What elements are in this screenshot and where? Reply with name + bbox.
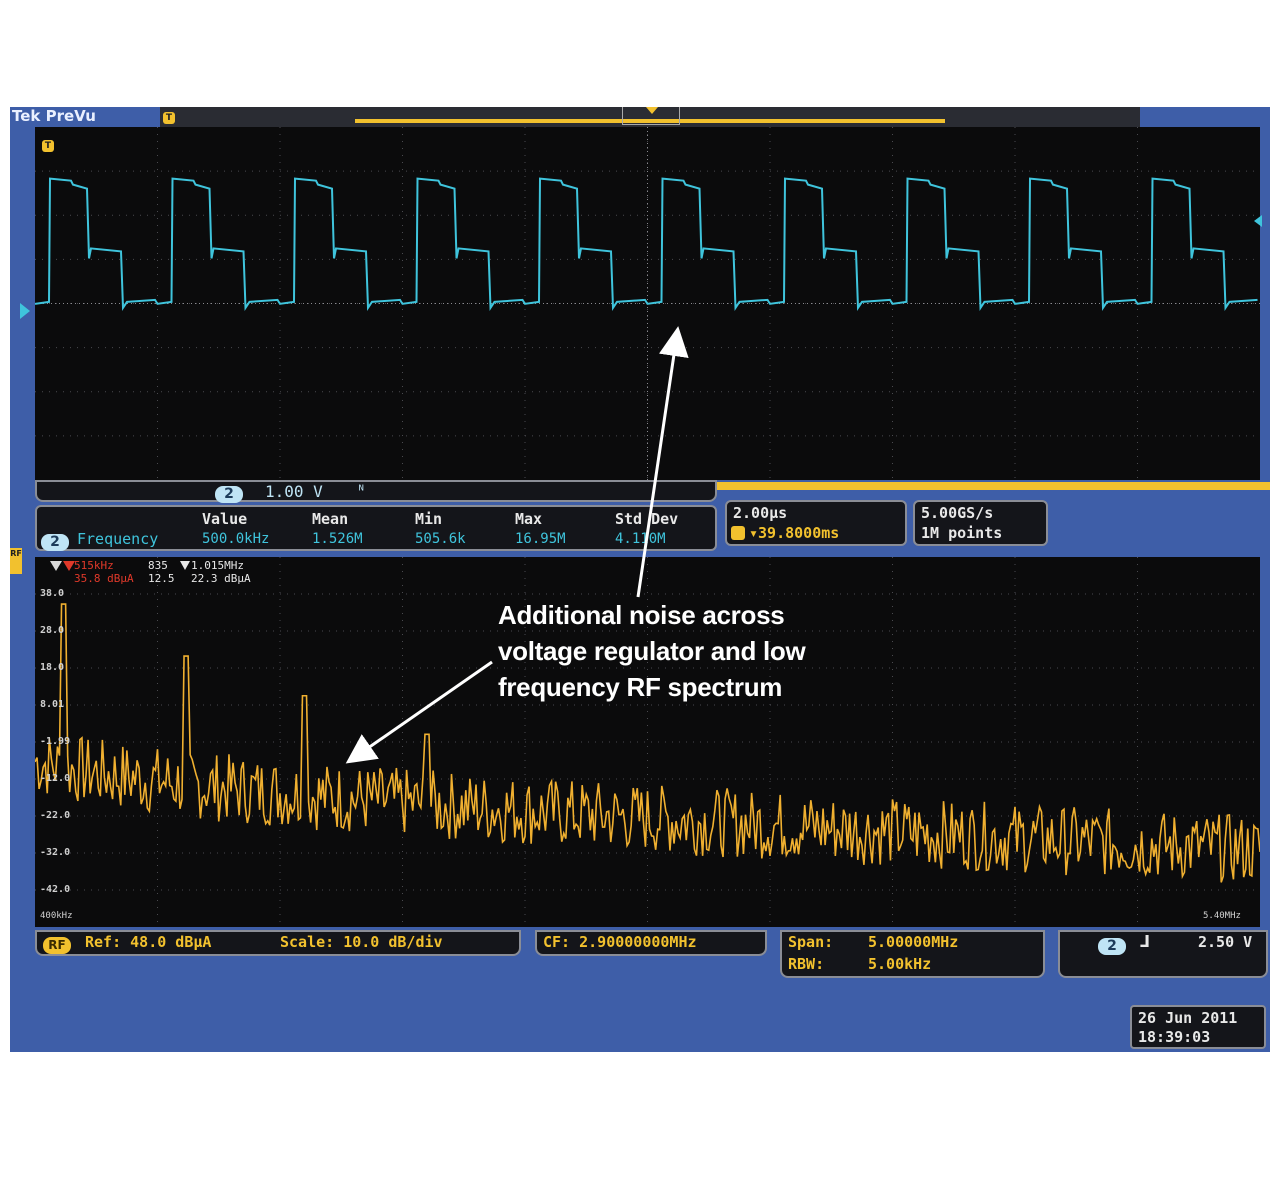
datetime-panel: 26 Jun 2011 18:39:03	[1130, 1005, 1266, 1049]
rf-badge: RF	[43, 937, 71, 954]
arrow-to-spectrum	[345, 660, 493, 764]
arrow-to-waveform	[636, 326, 689, 598]
center-frequency: CF: 2.90000000MHz	[543, 933, 697, 951]
rbw-value: 5.00kHz	[868, 955, 932, 973]
rbw-label: RBW:	[788, 955, 825, 973]
date: 26 Jun 2011	[1138, 1009, 1238, 1027]
rf-reference-panel[interactable]: RF Ref: 48.0 dBµA Scale: 10.0 dB/div	[35, 930, 521, 956]
rf-ref-level: Ref: 48.0 dBµA	[85, 933, 212, 951]
center-frequency-panel[interactable]: CF: 2.90000000MHz	[535, 930, 767, 956]
trigger-level: 2.50 V	[1198, 933, 1253, 951]
span-value: 5.00000MHz	[868, 933, 959, 951]
time: 18:39:03	[1138, 1028, 1211, 1046]
oscilloscope-screen: Tek PreVu T T 2 1.00 V ᴺ Value Mean Min …	[10, 107, 1270, 1052]
span-label: Span:	[788, 933, 834, 951]
rf-scale: Scale: 10.0 dB/div	[280, 933, 443, 951]
span-rbw-panel[interactable]: Span: 5.00000MHz RBW: 5.00kHz	[780, 930, 1045, 978]
rising-edge-icon: ᒧ	[1140, 932, 1151, 951]
trigger-panel[interactable]: 2 ᒧ 2.50 V	[1058, 930, 1268, 978]
trigger-source-badge: 2	[1098, 938, 1126, 955]
annotation-arrows	[345, 326, 689, 764]
